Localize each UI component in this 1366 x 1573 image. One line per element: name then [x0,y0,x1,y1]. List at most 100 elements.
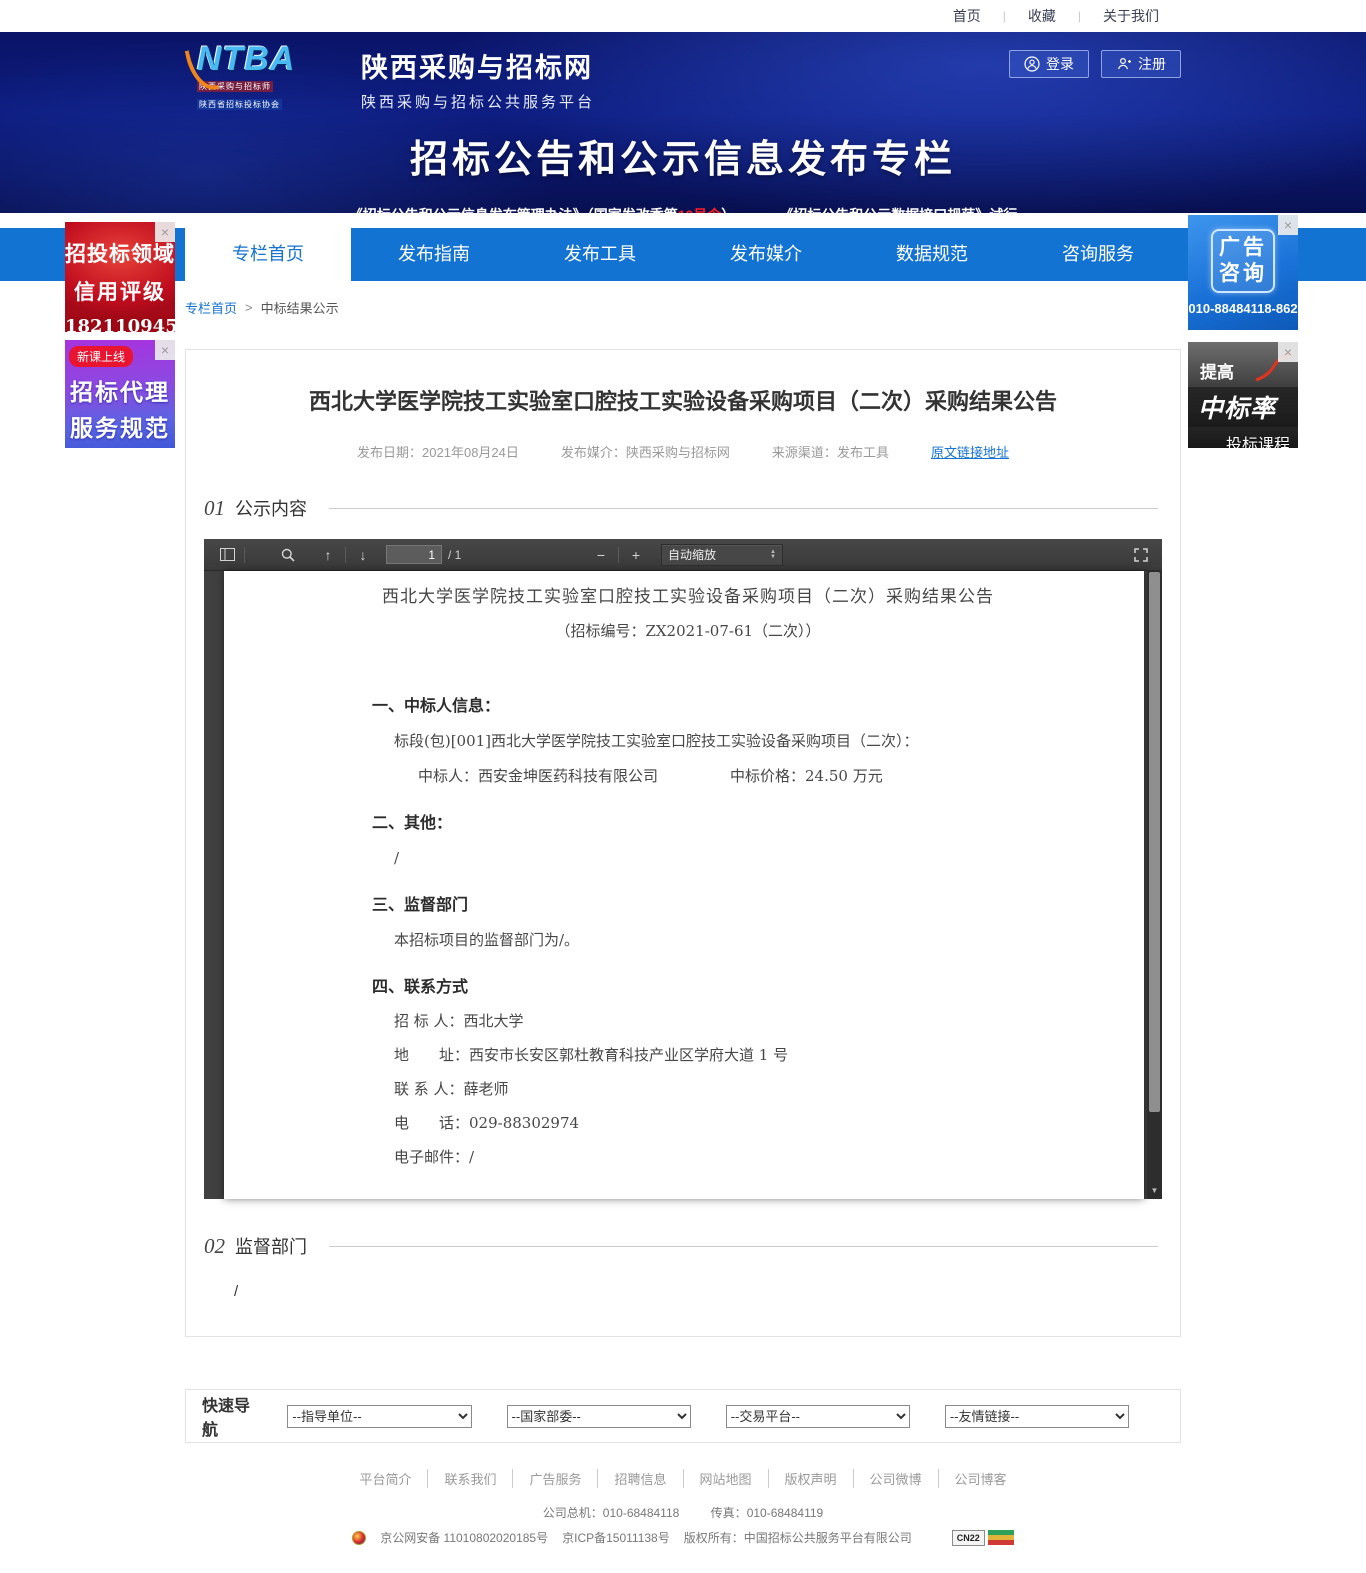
breadcrumb-separator-icon: > [245,300,253,315]
article-content-box: 西北大学医学院技工实验室口腔技工实验设备采购项目（二次）采购结果公告 发布日期：… [185,349,1181,1337]
scroll-down-icon[interactable]: ▼ [1147,1184,1162,1198]
logo-acronym: NTBA [197,42,347,76]
close-icon[interactable]: × [1278,342,1298,362]
zoom-mode-dropdown[interactable]: 自动缩放 ▲▼ [661,544,783,566]
site-logo[interactable]: NTBA 陕西采购与招标师 陕西省招标投标协会 [197,42,347,112]
footer-link-platform[interactable]: 平台简介 [343,1469,428,1488]
police-badge-icon [352,1531,366,1545]
toolbar-separator [244,547,245,563]
ad-text: 招投标领域 [65,238,175,268]
zoom-out-icon[interactable]: − [588,543,614,567]
close-icon[interactable]: × [1278,215,1298,235]
footer-phones: 公司总机：010-68484118 传真：010-68484119 [185,1504,1181,1521]
banner-subtitle: 《招标公告和公示信息发布管理办法》（国家发改委第10号令）《招标公告和公示数据接… [0,205,1366,213]
topbar-favorite-link[interactable]: 收藏 [1006,6,1078,26]
banner-sub-part1: 《招标公告和公示信息发布管理办法》（国家发改委第 [349,207,678,213]
doc-contact-bidder: 招 标 人：西北大学 [372,1011,1004,1032]
section-divider [329,1246,1158,1247]
footer-beian2[interactable]: 京ICP备15011138号 [562,1529,670,1546]
tab-consulting[interactable]: 咨询服务 [1015,228,1181,281]
footer-link-contact[interactable]: 联系我们 [428,1469,513,1488]
pdf-scrollbar[interactable]: ▼ [1147,571,1162,1199]
breadcrumb-home-link[interactable]: 专栏首页 [185,298,237,317]
doc-section2-content: / [372,848,1004,869]
quicknav-select-guidance[interactable]: --指导单位-- [287,1405,471,1428]
meta-publish-date: 发布日期：2021年08月24日 [357,442,519,461]
ad-agency-course[interactable]: × 新课上线 招标代理 服务规范 解|读 [65,340,175,448]
footer-link-weibo[interactable]: 公司微博 [854,1469,939,1488]
footer-link-sitemap[interactable]: 网站地图 [684,1469,769,1488]
doc-lot-line: 标段(包)[001]西北大学医学院技工实验室口腔技工实验设备采购项目（二次）： [372,731,1004,752]
zoom-mode-label: 自动缩放 [668,546,716,563]
original-link[interactable]: 原文链接地址 [931,442,1009,461]
ad-bid-course[interactable]: × 提高 中标率 投标课程 [1188,342,1298,448]
quicknav-select-platforms[interactable]: --交易平台-- [726,1405,910,1428]
ad-text: 广告 [1213,235,1273,261]
fullscreen-icon[interactable] [1128,543,1154,567]
ad-phone: 010-88484118-862 [1188,301,1298,316]
quicknav-select-links[interactable]: --友情链接-- [945,1405,1129,1428]
page-number-input[interactable] [386,545,442,564]
ad-advertising-consult[interactable]: × 广告 咨询 010-88484118-862 [1188,215,1298,330]
scrollbar-thumb[interactable] [1149,572,1160,1112]
footer-link-blog[interactable]: 公司博客 [939,1469,1023,1488]
logo-subtext-2: 陕西省招标投标协会 [197,99,282,110]
site-footer: 平台简介 联系我们 广告服务 招聘信息 网站地图 版权声明 公司微博 公司博客 … [185,1469,1181,1546]
top-utility-bar: 首页 | 收藏 | 关于我们 [0,0,1366,32]
zoom-in-icon[interactable]: + [623,543,649,567]
footer-link-copyright[interactable]: 版权声明 [769,1469,854,1488]
login-label: 登录 [1046,54,1074,74]
page-title: 西北大学医学院技工实验室口腔技工实验设备采购项目（二次）采购结果公告 [204,384,1162,416]
footer-link-jobs[interactable]: 招聘信息 [598,1469,683,1488]
doc-bid-number: （招标编号：ZX2021-07-61（二次）） [372,621,1004,642]
section-title: 公示内容 [235,495,307,521]
footer-copyright: 版权所有：中国招标公共服务平台有限公司 [684,1529,912,1546]
banner-sub-part3: 《招标公告和公示数据接口规范》试行 [779,207,1017,213]
doc-contact-address: 地 址：西安市长安区郭杜教育科技产业区学府大道 1 号 [372,1045,1004,1066]
quicknav-label: 快速导航 [202,1392,265,1440]
quicknav-select-ministries[interactable]: --国家部委-- [507,1405,691,1428]
doc-section3-heading: 三、监督部门 [372,895,1004,916]
tab-publish-media[interactable]: 发布媒介 [683,228,849,281]
ad-text: 中标率 [1188,387,1298,427]
doc-section2-heading: 二、其他： [372,813,1004,834]
tab-data-spec[interactable]: 数据规范 [849,228,1015,281]
section-number: 01 [204,496,225,521]
doc-winner-line: 中标人：西安金坤医药科技有限公司中标价格：24.50 万元 [372,766,1004,787]
user-plus-icon [1116,56,1132,72]
topbar-about-link[interactable]: 关于我们 [1081,6,1181,26]
footer-link-ads[interactable]: 广告服务 [513,1469,598,1488]
search-icon[interactable] [275,543,301,567]
section-number: 02 [204,1234,225,1259]
register-label: 注册 [1138,54,1166,74]
ad-badge: 新课上线 [69,346,133,367]
ad-phone: 18211094526 [65,316,175,332]
footer-beian1: 京公网安备 11010802020185号 [380,1529,548,1546]
pdf-viewer: ↑ ↓ / 1 − + 自动缩放 ▲▼ [204,539,1162,1199]
close-icon[interactable]: × [155,340,175,360]
doc-contact-phone: 电 话：029-88302974 [372,1113,1004,1134]
doc-section1-heading: 一、中标人信息： [372,696,1004,717]
footer-legal: 京公网安备 11010802020185号 京ICP备15011138号 版权所… [185,1529,1181,1546]
page-down-icon[interactable]: ↓ [350,543,376,567]
ad-text: 咨询 [1213,261,1273,287]
section-divider [329,508,1158,509]
ad-text: 投标课程 [1188,431,1290,448]
meta-source-channel: 来源渠道：发布工具 [772,442,889,461]
banner-sub-red: 10号令 [678,207,722,213]
page-up-icon[interactable]: ↑ [315,543,341,567]
site-header: NTBA 陕西采购与招标师 陕西省招标投标协会 陕西采购与招标网 陕西采购与招标… [0,32,1366,213]
tab-publish-tool[interactable]: 发布工具 [517,228,683,281]
toolbar-separator [618,547,619,563]
main-navigation: 专栏首页 发布指南 发布工具 发布媒介 数据规范 咨询服务 [0,228,1366,281]
login-button[interactable]: 登录 [1009,50,1089,78]
ad-credit-rating[interactable]: × 招投标领域 信用评级 18211094526 [65,222,175,332]
page-count: / 1 [448,548,461,562]
sidebar-toggle-icon[interactable] [214,543,240,567]
close-icon[interactable]: × [155,222,175,242]
doc-section3-content: 本招标项目的监督部门为/。 [372,930,1004,951]
register-button[interactable]: 注册 [1101,50,1181,78]
tab-column-home[interactable]: 专栏首页 [185,228,351,281]
topbar-home-link[interactable]: 首页 [931,6,1003,26]
tab-publish-guide[interactable]: 发布指南 [351,228,517,281]
